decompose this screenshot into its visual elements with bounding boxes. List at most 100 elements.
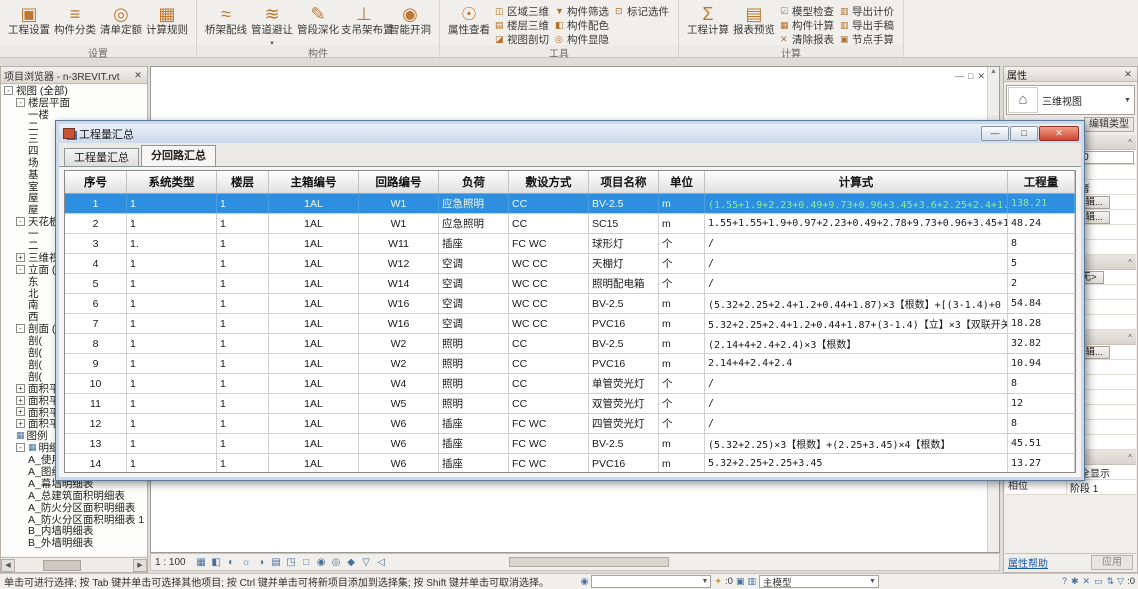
- tab-分回路汇总[interactable]: 分回路汇总: [141, 145, 216, 167]
- project-calculate-button[interactable]: Σ工程计算: [685, 2, 731, 36]
- visual-style-icon[interactable]: ◐: [224, 557, 239, 568]
- scroll-right-icon[interactable]: ▶: [133, 559, 147, 572]
- table-row[interactable]: 7111ALW16空调WC CCPVC16m5.32+2.25+2.4+1.2+…: [65, 314, 1075, 334]
- expand-icon[interactable]: +: [16, 384, 25, 393]
- table-row[interactable]: 4111ALW12空调WC CC天棚灯个/5: [65, 254, 1075, 274]
- collapse-icon[interactable]: -: [4, 86, 13, 95]
- workset-icon[interactable]: ◉: [581, 576, 589, 587]
- column-header-序号[interactable]: 序号: [65, 171, 127, 193]
- expand-icon[interactable]: +: [16, 407, 25, 416]
- model-check-button[interactable]: ☑模型检查: [777, 4, 837, 18]
- tree-item[interactable]: -楼层平面: [1, 97, 147, 109]
- column-header-主箱编号[interactable]: 主箱编号: [269, 171, 359, 193]
- view-section-button[interactable]: ◪视图剖切: [492, 32, 552, 46]
- region-3d-button[interactable]: ◫区域三维: [492, 4, 552, 18]
- component-visibility-button[interactable]: ◎构件显隐: [552, 32, 612, 46]
- close-button[interactable]: ✕: [1039, 126, 1079, 141]
- maximize-button[interactable]: □: [1010, 126, 1038, 141]
- locked-3d-icon[interactable]: ◉: [314, 557, 329, 568]
- hanger-layout-button[interactable]: ⊥支吊架布置: [341, 2, 387, 36]
- crop-region-icon[interactable]: □: [299, 557, 314, 568]
- dialog-titlebar[interactable]: 工程量汇总 — □ ✕: [59, 124, 1081, 143]
- report-preview-button[interactable]: ▤报表预览: [731, 2, 777, 36]
- filter-icon[interactable]: ▽: [1117, 576, 1124, 587]
- table-row[interactable]: 13111ALW6插座FC WCBV-2.5m(5.32+2.25)×3【根数】…: [65, 434, 1075, 454]
- constraints-icon[interactable]: ◁: [374, 557, 389, 568]
- close-icon[interactable]: ✕: [132, 70, 144, 81]
- tree-item[interactable]: B_外墙明细表: [1, 537, 147, 549]
- smart-opening-button[interactable]: ◉智能开洞: [387, 2, 433, 36]
- active-workset-icon[interactable]: ▣: [736, 576, 745, 587]
- project-browser-hscrollbar[interactable]: ◀ ▶: [1, 557, 147, 572]
- tab-工程量汇总[interactable]: 工程量汇总: [64, 148, 139, 167]
- type-selector[interactable]: ⌂ 三维视图 ▼: [1006, 85, 1135, 115]
- collapse-icon[interactable]: -: [16, 98, 25, 107]
- pipe-deepen-button[interactable]: ✎管段深化: [295, 2, 341, 36]
- scrollbar-thumb[interactable]: [43, 560, 81, 571]
- temp-properties-icon[interactable]: ▽: [359, 557, 374, 568]
- collapse-icon[interactable]: -: [16, 443, 25, 452]
- column-header-负荷[interactable]: 负荷: [439, 171, 509, 193]
- apply-button[interactable]: 应用: [1091, 555, 1133, 570]
- table-row[interactable]: 5111ALW14空调WC CC照明配电箱个/2: [65, 274, 1075, 294]
- exclude-options-icon[interactable]: ✕: [1083, 576, 1091, 587]
- editable-only-icon[interactable]: ✦: [714, 576, 722, 587]
- table-row[interactable]: 1111ALW1应急照明CCBV-2.5m(1.55+1.9+2.23+0.49…: [65, 194, 1075, 214]
- collapse-icon[interactable]: ^: [1128, 138, 1132, 147]
- export-pricing-button[interactable]: ▥导出计价: [837, 4, 897, 18]
- shadows-icon[interactable]: ◑: [254, 557, 269, 568]
- isolate-icon[interactable]: ◎: [329, 557, 344, 568]
- column-header-敷设方式[interactable]: 敷设方式: [509, 171, 589, 193]
- table-row[interactable]: 8111ALW2照明CCBV-2.5m(2.14+4+2.4+2.4)×3【根数…: [65, 334, 1075, 354]
- close-icon[interactable]: ✕: [977, 71, 985, 82]
- design-option-icon[interactable]: ▥: [747, 576, 756, 587]
- worksharing-display-icon[interactable]: ✱: [1071, 576, 1079, 587]
- minimize-icon[interactable]: —: [955, 71, 964, 82]
- tree-item[interactable]: 一楼: [1, 109, 147, 121]
- column-header-系统类型[interactable]: 系统类型: [127, 171, 217, 193]
- help-worksharing-icon[interactable]: ?: [1062, 576, 1067, 587]
- property-view-button[interactable]: ☉属性查看: [446, 2, 492, 36]
- component-classify-button[interactable]: ≡构件分类: [52, 2, 98, 36]
- collapse-icon[interactable]: -: [16, 324, 25, 333]
- close-icon[interactable]: ✕: [1122, 69, 1134, 80]
- table-row[interactable]: 6111ALW16空调WC CCBV-2.5m(5.32+2.25+2.4+1.…: [65, 294, 1075, 314]
- column-header-工程量[interactable]: 工程量: [1008, 171, 1075, 193]
- expand-icon[interactable]: +: [16, 396, 25, 405]
- view-scale[interactable]: 1 : 100: [155, 557, 186, 568]
- property-value[interactable]: 阶段 1: [1067, 480, 1136, 495]
- project-settings-button[interactable]: ▣工程设置: [6, 2, 52, 36]
- list-quota-button[interactable]: ◎清单定额: [98, 2, 144, 36]
- collapse-icon[interactable]: ^: [1128, 333, 1132, 342]
- table-row[interactable]: 10111ALW4照明CC单管荧光灯个/8: [65, 374, 1075, 394]
- column-header-回路编号[interactable]: 回路编号: [359, 171, 439, 193]
- component-calc-button[interactable]: ▦构件计算: [777, 18, 837, 32]
- table-row[interactable]: 12111ALW6插座FC WC四管荧光灯个/8: [65, 414, 1075, 434]
- floor-3d-button[interactable]: ▤楼层三维: [492, 18, 552, 32]
- design-option-combobox[interactable]: 主模型▼: [759, 575, 879, 588]
- clear-report-button[interactable]: ✕清除报表: [777, 32, 837, 46]
- collapse-icon[interactable]: ^: [1128, 453, 1132, 462]
- pipe-avoidance-button[interactable]: ≋管道避让▾: [249, 2, 295, 48]
- table-row[interactable]: 11111ALW5照明CC双管荧光灯个/12: [65, 394, 1075, 414]
- column-header-项目名称[interactable]: 项目名称: [589, 171, 659, 193]
- workset-combobox[interactable]: ▼: [591, 575, 711, 588]
- export-manuscript-button[interactable]: ▥导出手稿: [837, 18, 897, 32]
- collapse-icon[interactable]: ^: [1128, 258, 1132, 267]
- tree-item[interactable]: -视图 (全部): [1, 85, 147, 97]
- properties-help-link[interactable]: 属性帮助: [1008, 555, 1048, 570]
- node-manual-calc-button[interactable]: ▣节点手算: [837, 32, 897, 46]
- scroll-up-icon[interactable]: ▲: [989, 68, 998, 80]
- reveal-hidden-icon[interactable]: ◆: [344, 557, 359, 568]
- calc-rules-button[interactable]: ▦计算规则: [144, 2, 190, 36]
- restore-icon[interactable]: □: [968, 71, 973, 82]
- table-row[interactable]: 9111ALW2照明CCPVC16m2.14+4+2.4+2.410.94: [65, 354, 1075, 374]
- expand-icon[interactable]: +: [16, 419, 25, 428]
- expand-icon[interactable]: +: [16, 253, 25, 262]
- collapse-icon[interactable]: -: [16, 265, 25, 274]
- collapse-icon[interactable]: -: [16, 217, 25, 226]
- press-drag-icon[interactable]: ▭: [1094, 576, 1103, 587]
- sun-path-icon[interactable]: ☼: [239, 557, 254, 568]
- scale-icon[interactable]: ▦: [194, 557, 209, 568]
- table-row[interactable]: 2111ALW1应急照明CCSC15m1.55+1.55+1.9+0.97+2.…: [65, 214, 1075, 234]
